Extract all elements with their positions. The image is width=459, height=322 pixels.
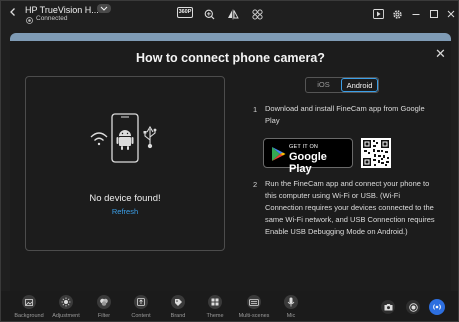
dialog-title: How to connect phone camera? xyxy=(136,51,325,65)
keyboard-icon xyxy=(247,295,261,309)
tab-android[interactable]: Android xyxy=(341,78,378,92)
no-device-message: No device found! xyxy=(89,193,161,204)
background-label: Background xyxy=(14,313,44,319)
content-label: Content xyxy=(131,313,151,319)
step-2-number: 2 xyxy=(253,180,258,189)
brightness-icon xyxy=(59,295,73,309)
device-name[interactable]: HP TrueVision H... xyxy=(25,5,99,15)
platform-toggle: iOS Android xyxy=(305,77,379,93)
play-icon[interactable] xyxy=(370,7,386,21)
content-button[interactable]: Content xyxy=(123,295,159,319)
android-icon xyxy=(116,130,134,150)
mic-button[interactable]: Mic xyxy=(273,295,309,319)
brand-label: Brand xyxy=(170,313,186,319)
chevron-down-icon xyxy=(100,6,108,11)
live-icon[interactable] xyxy=(429,299,445,315)
tab-ios[interactable]: iOS xyxy=(306,78,341,92)
resolution-button[interactable]: 360P xyxy=(177,7,193,18)
mirror-icon[interactable] xyxy=(225,7,241,21)
phone-connection-icon xyxy=(90,113,157,163)
wifi-icon xyxy=(90,132,108,146)
grid-icon[interactable] xyxy=(249,7,265,21)
theme-icon xyxy=(208,295,222,309)
multi-scenes-button[interactable]: Multi-scenes xyxy=(236,295,272,319)
connect-phone-dialog: How to connect phone camera? ✕ No device… xyxy=(10,41,451,291)
window-close-icon[interactable] xyxy=(443,7,459,21)
camera-preview xyxy=(10,33,451,41)
tag-icon xyxy=(171,295,185,309)
mic-icon xyxy=(284,295,298,309)
upload-icon xyxy=(134,295,148,309)
brand-button[interactable]: Brand xyxy=(160,295,196,319)
camera-icon[interactable] xyxy=(381,300,395,314)
qr-code xyxy=(361,138,391,168)
filter-button[interactable]: Filter xyxy=(86,295,122,319)
image-icon xyxy=(22,295,36,309)
google-play-button[interactable]: GET IT ON Google Play xyxy=(263,138,353,175)
step-1-number: 1 xyxy=(253,105,258,114)
connection-status: Connected xyxy=(36,15,68,22)
theme-button[interactable]: Theme xyxy=(197,295,233,319)
google-play-icon xyxy=(272,147,286,161)
theme-label: Theme xyxy=(206,313,224,319)
step-1-text: Download and install FineCam app from Go… xyxy=(265,104,425,125)
filter-icon xyxy=(97,295,111,309)
adjustment-label: Adjustment xyxy=(52,313,80,319)
background-button[interactable]: Background xyxy=(11,295,47,319)
adjustment-button[interactable]: Adjustment xyxy=(48,295,84,319)
google-play-small-text: GET IT ON xyxy=(289,144,319,150)
maximize-icon[interactable] xyxy=(426,7,442,21)
back-icon[interactable] xyxy=(5,5,21,19)
step-2-text: Run the FineCam app and connect your pho… xyxy=(265,179,435,236)
close-icon[interactable]: ✕ xyxy=(435,46,446,62)
app-window: HP TrueVision H... Connected 360P How to… xyxy=(0,0,459,322)
zoom-icon[interactable] xyxy=(201,7,217,21)
minimize-icon[interactable] xyxy=(408,7,424,21)
connected-status-icon xyxy=(26,17,33,24)
refresh-link[interactable]: Refresh xyxy=(26,207,224,216)
device-panel: No device found! Refresh xyxy=(25,76,225,251)
title-bar: HP TrueVision H... Connected 360P xyxy=(1,1,458,29)
mic-label: Mic xyxy=(286,313,296,319)
filter-label: Filter xyxy=(97,313,111,319)
device-dropdown-button[interactable] xyxy=(97,4,111,13)
settings-icon[interactable] xyxy=(389,7,405,21)
multi-scenes-label: Multi-scenes xyxy=(238,313,270,319)
usb-icon xyxy=(143,125,157,149)
record-icon[interactable] xyxy=(406,300,420,314)
bottom-toolbar: Background Adjustment Filter Content Bra… xyxy=(1,291,458,321)
google-play-big-text: Google Play xyxy=(289,151,327,175)
